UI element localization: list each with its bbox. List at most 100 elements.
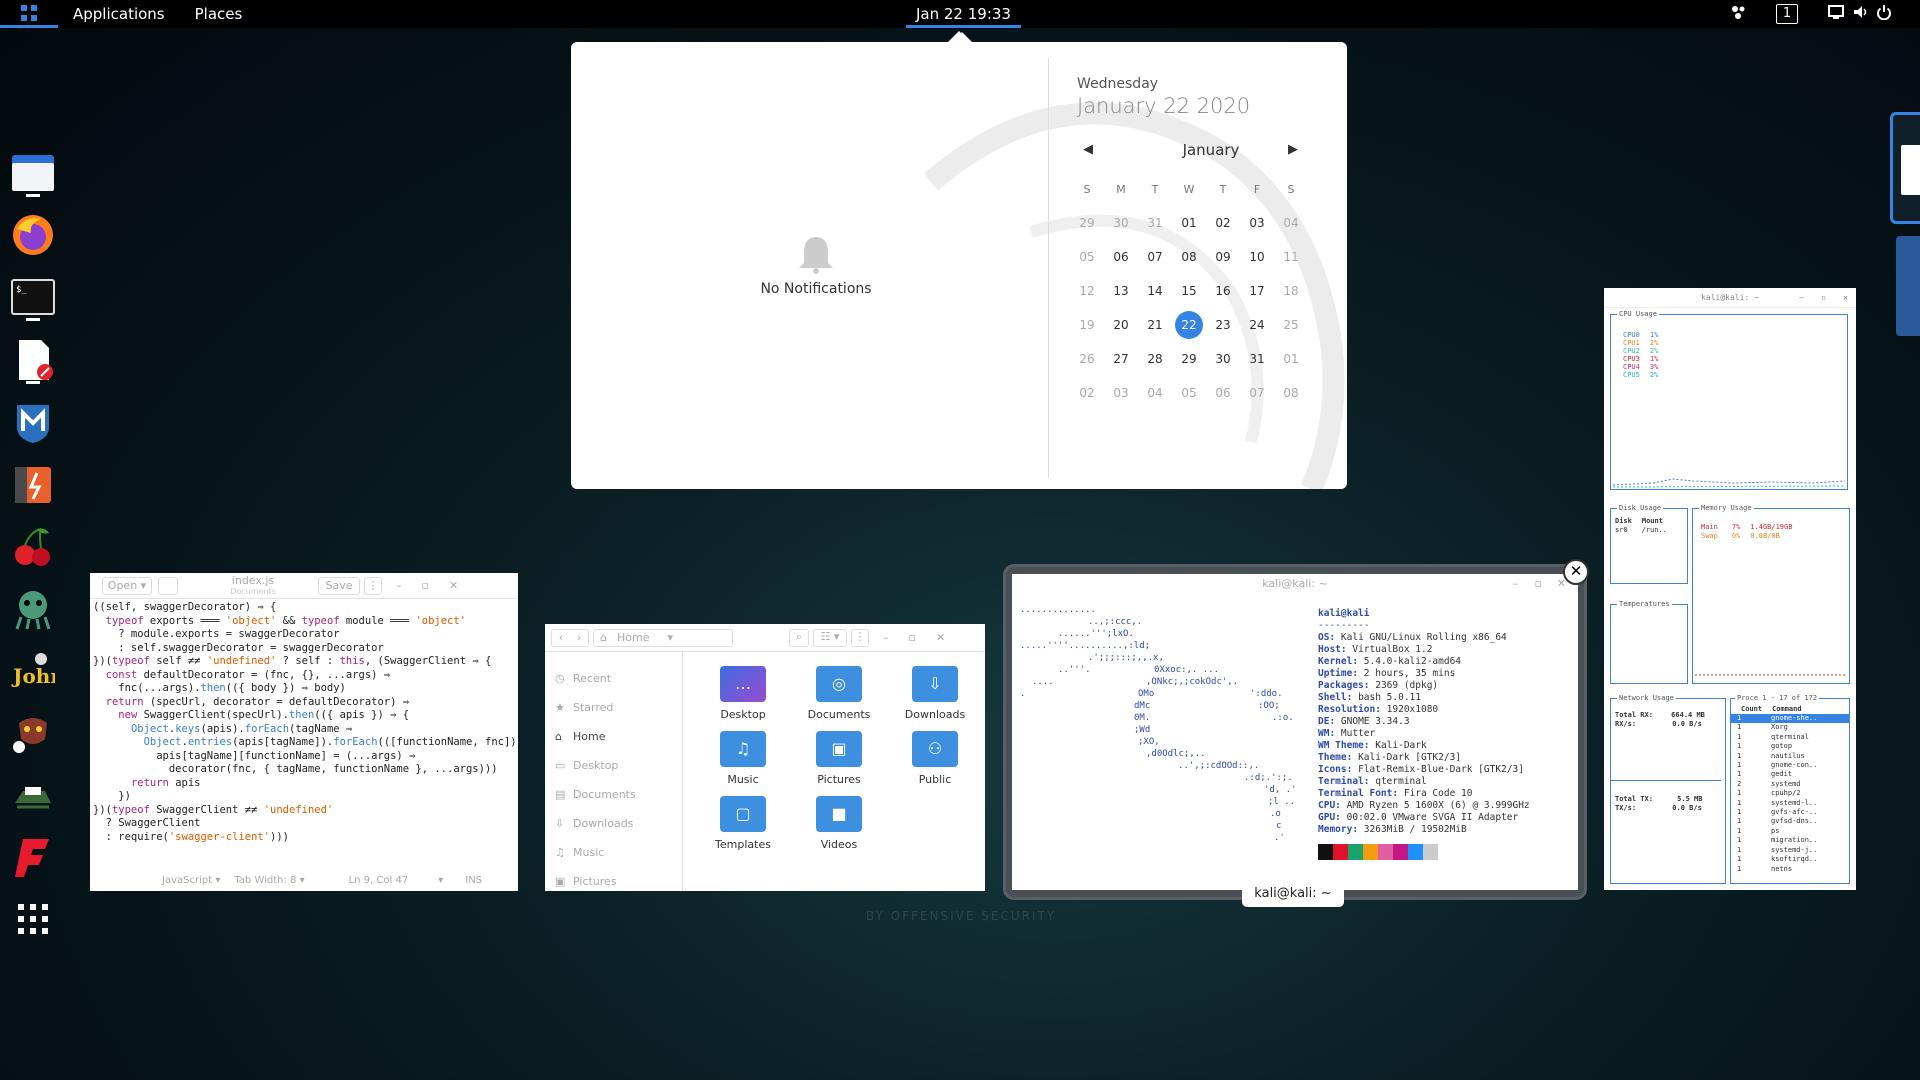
path-bar[interactable]: ⌂ Home ▾ [593, 628, 733, 647]
text-editor-icon[interactable] [10, 337, 56, 383]
code-editor-content[interactable]: ((self, swaggerDecorator) ⇒ { typeof exp… [90, 599, 518, 846]
process-row[interactable]: 1 gnome-she.. [1731, 714, 1849, 724]
next-month-button[interactable]: ▶ [1288, 142, 1298, 157]
calendar-day-today[interactable]: 22 [1175, 311, 1203, 339]
weekday-label[interactable]: Wednesday [1077, 76, 1158, 92]
calendar-day[interactable]: 17 [1240, 284, 1274, 298]
john-icon[interactable]: John [10, 648, 56, 694]
calendar-day[interactable]: 28 [1138, 352, 1172, 366]
process-row[interactable]: 1 systemd-l.. [1731, 799, 1849, 808]
save-button[interactable]: Save [318, 576, 360, 595]
back-forward-buttons[interactable]: ‹ › [551, 628, 589, 647]
process-row[interactable]: 1 gvfs-afc-.. [1731, 808, 1849, 817]
calendar-day[interactable]: 10 [1240, 250, 1274, 264]
calendar-day[interactable]: 09 [1206, 250, 1240, 264]
sidebar-item-music[interactable]: ♫ Music [545, 838, 682, 867]
menu-button[interactable]: ⋮ [851, 628, 869, 647]
calendar-day[interactable]: 07 [1138, 250, 1172, 264]
cherrytree-icon[interactable] [10, 524, 56, 570]
calendar-day[interactable]: 11 [1274, 250, 1308, 264]
maltego-icon[interactable] [10, 586, 56, 632]
chevron-down-icon[interactable]: ▾ [667, 631, 673, 644]
calendar-day[interactable]: 12 [1070, 284, 1104, 298]
view-options-button[interactable]: ☷ ▾ [813, 628, 847, 647]
process-row[interactable]: 1 ps [1731, 827, 1849, 836]
calendar-day[interactable]: 27 [1104, 352, 1138, 366]
calendar-day[interactable]: 05 [1070, 250, 1104, 264]
minimize-button[interactable]: – [396, 579, 402, 592]
workspace-thumbnail-1[interactable] [1890, 112, 1920, 224]
maximize-button[interactable]: ▫ [909, 631, 916, 644]
workspace-thumbnail-2[interactable] [1896, 236, 1920, 336]
process-row[interactable]: 1 systemd-j.. [1731, 846, 1849, 855]
calendar-day[interactable]: 21 [1138, 318, 1172, 332]
sidebar-item-desktop[interactable]: ▭ Desktop [545, 751, 682, 780]
process-row[interactable]: 1 gedit [1731, 770, 1849, 779]
process-row[interactable]: 1 gotop [1731, 742, 1849, 751]
calendar-day[interactable]: 04 [1274, 216, 1308, 230]
folder-public[interactable]: ⚇ Public [896, 731, 974, 786]
calendar-day[interactable]: 31 [1240, 352, 1274, 366]
full-date-label[interactable]: January 22 2020 [1077, 94, 1250, 118]
folder-downloads[interactable]: ⇩ Downloads [896, 666, 974, 721]
calendar-day[interactable]: 29 [1070, 216, 1104, 230]
folder-documents[interactable]: ◎ Documents [800, 666, 878, 721]
process-row[interactable]: 1 migration.. [1731, 836, 1849, 845]
sidebar-item-documents[interactable]: ▤ Documents [545, 780, 682, 809]
calendar-day[interactable]: 18 [1274, 284, 1308, 298]
sidebar-item-pictures[interactable]: ▣ Pictures [545, 867, 682, 891]
faraday-icon[interactable] [10, 834, 56, 880]
maximize-button[interactable]: ▫ [1535, 578, 1542, 590]
calendar-day[interactable]: 04 [1138, 386, 1172, 400]
language-selector[interactable]: JavaScript ▾ [162, 875, 220, 886]
calendar-day[interactable]: 19 [1070, 318, 1104, 332]
position-dropdown[interactable]: ▾ [438, 875, 443, 886]
close-button[interactable]: ✕ [449, 579, 458, 592]
calendar-day[interactable]: 20 [1104, 318, 1138, 332]
screen-icon[interactable] [1828, 4, 1844, 24]
maximize-button[interactable]: ▫ [422, 579, 429, 592]
activities-button[interactable] [0, 0, 58, 28]
open-button[interactable]: Open ▾ [102, 576, 152, 595]
prev-month-button[interactable]: ◀ [1083, 142, 1093, 157]
maximize-button[interactable]: ▫ [1821, 293, 1826, 302]
sidebar-item-downloads[interactable]: ⇩ Downloads [545, 809, 682, 838]
tab-width-selector[interactable]: Tab Width: 8 ▾ [234, 875, 304, 886]
minimize-button[interactable]: – [883, 631, 889, 644]
close-button[interactable]: ✕ [1843, 293, 1848, 302]
path-home[interactable]: Home [617, 631, 649, 644]
calendar-day[interactable]: 26 [1070, 352, 1104, 366]
folder-videos[interactable]: ■ Videos [800, 796, 878, 851]
new-document-button[interactable] [158, 576, 178, 595]
clock-button[interactable]: Jan 22 19:33 [906, 0, 1021, 28]
text-editor-window[interactable]: Open ▾ index.js Documents Save ⋮ – ▫ ✕ (… [90, 573, 518, 891]
process-row[interactable]: 1 nautilus [1731, 752, 1849, 761]
sidebar-item-recent[interactable]: ◷ Recent [545, 664, 682, 693]
close-button[interactable]: ✕ [936, 631, 945, 644]
calendar-day[interactable]: 15 [1172, 284, 1206, 298]
calendar-day[interactable]: 13 [1104, 284, 1138, 298]
calendar-day[interactable]: 16 [1206, 284, 1240, 298]
process-row[interactable]: 1 netns [1731, 865, 1849, 874]
process-row[interactable]: 1 gnome-con.. [1731, 761, 1849, 770]
volume-icon[interactable] [1853, 4, 1869, 24]
calendar-day[interactable]: 14 [1138, 284, 1172, 298]
menu-button[interactable]: ⋮ [364, 576, 382, 595]
calendar-day[interactable]: 29 [1172, 352, 1206, 366]
proc-col-count[interactable]: Count [1741, 705, 1762, 713]
calendar-day[interactable]: 07 [1240, 386, 1274, 400]
process-row[interactable]: 1 qterminal [1731, 733, 1849, 742]
process-row[interactable]: 1 gvfsd-dns.. [1731, 817, 1849, 826]
process-row[interactable]: 1 ksoftirqd.. [1731, 855, 1849, 864]
calendar-day[interactable]: 25 [1274, 318, 1308, 332]
calendar-day[interactable]: 31 [1138, 216, 1172, 230]
folder-templates[interactable]: ▢ Templates [704, 796, 782, 851]
calendar-day[interactable]: 02 [1070, 386, 1104, 400]
calendar-day[interactable]: 03 [1240, 216, 1274, 230]
applications-menu[interactable]: Applications [58, 0, 180, 28]
armitage-icon[interactable] [10, 772, 56, 818]
calendar-day[interactable]: 03 [1104, 386, 1138, 400]
process-row[interactable]: 1 cpuhp/2 [1731, 789, 1849, 798]
proc-col-command[interactable]: Command [1772, 705, 1802, 713]
workspace-indicator[interactable]: 1 [1776, 4, 1798, 24]
